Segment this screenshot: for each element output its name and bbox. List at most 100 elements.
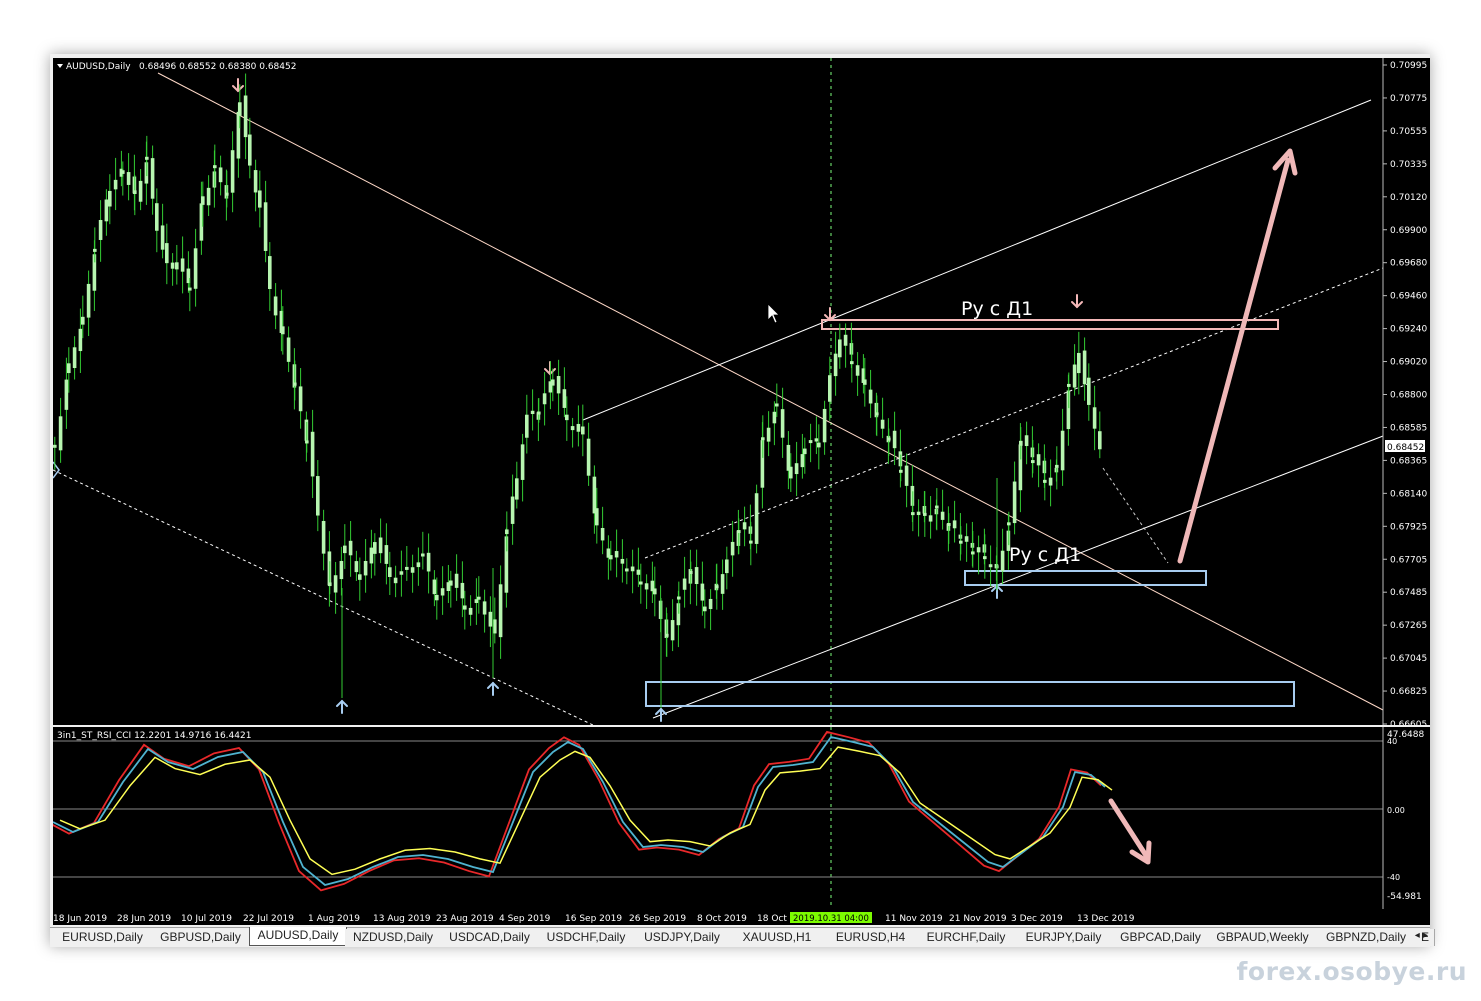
- candle: [570, 417, 575, 448]
- ind-scale-bottom: -54.981: [1387, 892, 1422, 902]
- tab-eurusd-h4[interactable]: EURUSD,H4: [824, 929, 918, 946]
- fractal-down-arrow-icon: [232, 78, 244, 93]
- tab-usdjpy-daily[interactable]: USDJPY,Daily: [634, 929, 731, 946]
- candle: [440, 566, 445, 615]
- candle: [98, 200, 103, 262]
- tab-gbpaud-weekly[interactable]: GBPAUD,Weekly: [1209, 929, 1317, 946]
- candle: [1098, 411, 1102, 459]
- candle: [833, 331, 838, 396]
- candle: [399, 550, 404, 597]
- candle: [720, 559, 725, 610]
- annotation-top[interactable]: Ру с Д1: [961, 298, 1033, 320]
- channel-upper-line[interactable]: [582, 99, 1372, 421]
- indicator-canvas[interactable]: 3in1_ST_RSI_CCI 12.2201 14.9716 16.4421 …: [53, 727, 1430, 909]
- candle: [474, 578, 479, 625]
- price-level-label: 0.66605: [1390, 720, 1427, 725]
- candle: [650, 561, 655, 604]
- tab-usdchf-daily[interactable]: USDCHF,Daily: [538, 929, 635, 946]
- candle: [421, 531, 425, 570]
- time-label: 23 Aug 2019: [436, 914, 494, 924]
- candle: [298, 368, 303, 429]
- indicator-header: 3in1_ST_RSI_CCI 12.2201 14.9716 16.4421: [57, 731, 251, 741]
- dropdown-triangle-icon[interactable]: [57, 64, 63, 68]
- tab-gbpnzd-daily[interactable]: GBPNZD,Daily: [1316, 929, 1417, 946]
- candle: [1072, 344, 1077, 396]
- candle: [138, 168, 143, 211]
- candle: [388, 551, 392, 596]
- tab-nzdusd-daily[interactable]: NZDUSD,Daily: [345, 929, 442, 946]
- candle: [432, 570, 437, 607]
- candle: [694, 549, 699, 606]
- current-price-label: 0.68452: [1387, 443, 1424, 453]
- tab-gbpcad-daily[interactable]: GBPCAD,Daily: [1112, 929, 1210, 946]
- candle: [113, 157, 118, 211]
- candle: [339, 546, 344, 596]
- price-level-label: 0.67265: [1390, 621, 1427, 631]
- time-label: 28 Jun 2019: [117, 914, 171, 924]
- stoch-red-line: [53, 730, 1102, 892]
- tab-eurusd-daily[interactable]: EURUSD,Daily: [53, 929, 153, 946]
- tab-scroll-arrows-icon[interactable]: ◂ ▸: [1415, 930, 1428, 941]
- price-chart-canvas[interactable]: 0.70995 0.70775 0.70555 0.70335 0.70120 0.699…: [53, 58, 1430, 725]
- time-label: 3 Dec 2019: [1011, 914, 1063, 924]
- tab-eurjpy-daily[interactable]: EURJPY,Daily: [1015, 929, 1113, 946]
- candle: [754, 484, 759, 554]
- candle: [625, 558, 629, 585]
- candle: [321, 509, 326, 571]
- ind-scale-minus-40: -40: [1387, 873, 1400, 882]
- candle: [58, 397, 63, 463]
- candle: [644, 574, 649, 609]
- tab-audusd-daily[interactable]: AUDUSD,Daily: [249, 927, 347, 946]
- candle: [542, 372, 547, 426]
- resistance-zone[interactable]: [821, 319, 1279, 330]
- tab-eurchf-daily[interactable]: EURCHF,Daily: [917, 929, 1016, 946]
- time-axis-canvas: 18 Jun 2019 28 Jun 2019 10 Jul 2019 22 Jul …: [53, 912, 1135, 924]
- candle: [959, 526, 963, 555]
- tab-gbpusd-daily[interactable]: GBPUSD,Daily: [152, 929, 250, 946]
- candles-layer: [53, 73, 1102, 708]
- candle: [609, 540, 613, 571]
- candle: [416, 547, 421, 586]
- candle: [358, 557, 362, 601]
- candle: [576, 405, 581, 447]
- candle: [525, 394, 529, 454]
- candle: [378, 518, 383, 564]
- indicator-panel[interactable]: 3in1_ST_RSI_CCI 12.2201 14.9716 16.4421 …: [53, 727, 1430, 909]
- annotation-bottom[interactable]: Ру с Д1: [1009, 544, 1081, 566]
- candle: [708, 589, 713, 631]
- candle: [343, 524, 347, 569]
- candle: [855, 352, 860, 396]
- price-level-label: 0.70120: [1390, 193, 1427, 203]
- candle: [170, 253, 175, 286]
- forecast-arrow-shaft[interactable]: [1177, 157, 1291, 564]
- candle: [369, 529, 374, 579]
- tab-usdcad-daily[interactable]: USDCAD,Daily: [441, 929, 539, 946]
- candle: [268, 242, 272, 311]
- candle: [218, 155, 223, 196]
- tab-xauusd-h1[interactable]: XAUUSD,H1: [730, 929, 825, 946]
- candle: [253, 159, 258, 212]
- candle: [498, 565, 503, 659]
- candle: [928, 496, 933, 539]
- candle: [393, 565, 398, 598]
- candle: [952, 500, 957, 543]
- candle: [653, 566, 657, 617]
- candle: [155, 188, 159, 253]
- support-zone-lower[interactable]: [645, 681, 1295, 707]
- candle: [354, 550, 359, 582]
- candle: [405, 546, 409, 581]
- candle: [286, 326, 291, 373]
- fractal-down-arrow-icon: [1071, 294, 1083, 309]
- price-level-label: 0.68585: [1390, 423, 1427, 433]
- candle: [515, 461, 519, 509]
- candle: [964, 523, 969, 562]
- candle: [562, 367, 567, 418]
- candle: [477, 576, 481, 614]
- candle: [772, 401, 777, 446]
- candle: [742, 506, 747, 547]
- cursor-icon: [767, 303, 780, 324]
- support-zone-upper[interactable]: [964, 570, 1207, 586]
- price-level-label: 0.70995: [1390, 61, 1427, 71]
- price-chart[interactable]: 0.70995 0.70775 0.70555 0.70335 0.70120 0.699…: [53, 58, 1430, 725]
- time-label: 16 Sep 2019: [565, 914, 622, 924]
